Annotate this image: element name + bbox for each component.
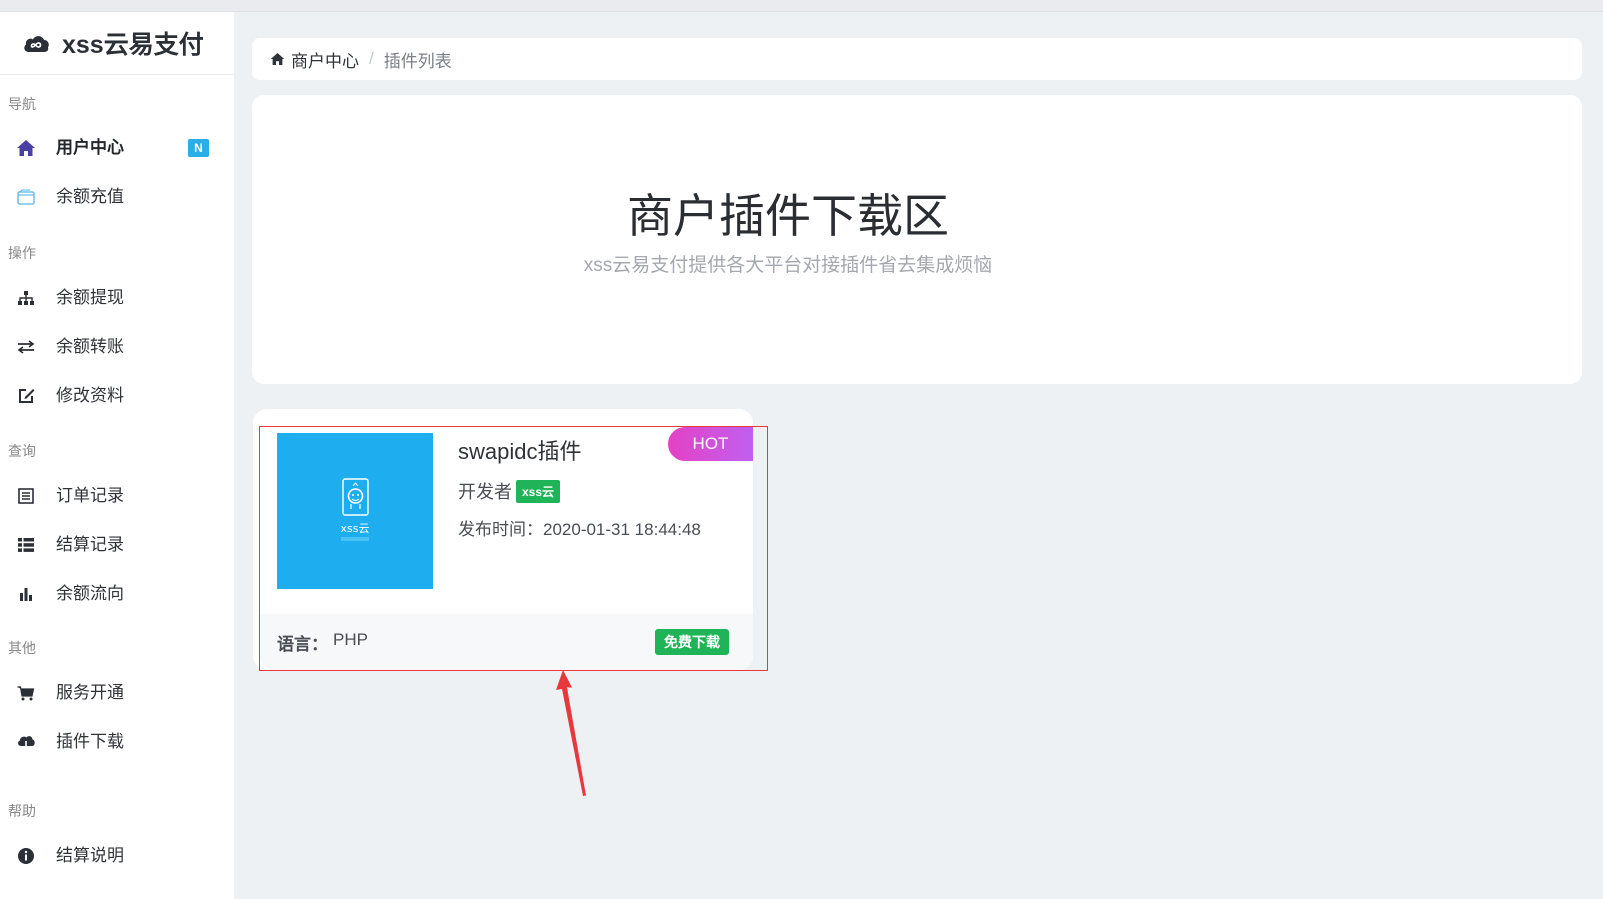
sidebar-item-withdraw[interactable]: 余额提现 [0,283,234,313]
page-subtitle: xss云易支付提供各大平台对接插件省去集成烦恼 [583,255,993,276]
new-badge: N [188,139,209,157]
breadcrumb: 商户中心 / 插件列表 [252,38,1582,80]
breadcrumb-separator: / [369,49,374,68]
sidebar-item-settlement-info[interactable]: 结算说明 [0,841,234,871]
brand[interactable]: xss云易支付 [0,12,234,75]
sidebar-item-transfer[interactable]: 余额转账 [0,332,234,362]
sidebar-item-label: 服务开通 [56,683,124,702]
list-alt-icon [18,488,34,504]
sidebar-item-plugin-download[interactable]: 插件下载 [0,727,234,757]
sidebar-item-label: 余额流向 [56,584,124,603]
exchange-icon [17,340,35,354]
sidebar-item-label: 余额提现 [56,288,124,307]
sidebar-item-label: 插件下载 [56,732,124,751]
sidebar-item-services[interactable]: 服务开通 [0,678,234,708]
nav-section-navigation: 导航 [8,96,36,112]
cloud-logo-icon [24,36,49,52]
sidebar-item-user-center[interactable]: 用户中心 N [0,133,234,163]
cloud-download-icon [18,736,35,751]
brand-name: xss云易支付 [62,31,204,59]
breadcrumb-home-label: 商户中心 [291,51,359,71]
sidebar-item-label: 用户中心 [56,138,124,157]
list-icon [18,538,34,552]
edit-icon [19,389,35,403]
annotation-highlight-box [259,426,768,671]
page-title: 商户插件下载区 [627,190,949,242]
annotation-arrow-icon [556,670,586,796]
sidebar-item-balance-flow[interactable]: 余额流向 [0,579,234,609]
sidebar-item-label: 修改资料 [56,386,124,405]
nav-section-query: 查询 [8,443,36,459]
bar-chart-icon [20,588,32,601]
info-icon [18,848,34,864]
sidebar-item-orders[interactable]: 订单记录 [0,481,234,511]
home-icon [17,140,35,156]
breadcrumb-home[interactable]: 商户中心 [270,47,359,72]
breadcrumb-current: 插件列表 [383,51,452,71]
browser-top-strip [0,0,1603,12]
sidebar-item-settlements[interactable]: 结算记录 [0,530,234,560]
sidebar-item-label: 余额转账 [56,337,124,356]
sidebar-item-edit-profile[interactable]: 修改资料 [0,381,234,411]
nav-section-other: 其他 [8,640,36,656]
hero-card: 商户插件下载区 xss云易支付提供各大平台对接插件省去集成烦恼 [252,95,1582,384]
sitemap-icon [18,291,34,305]
cart-icon [17,686,35,701]
sidebar-item-label: 结算说明 [56,846,124,865]
nav-section-help: 帮助 [8,803,36,819]
home-icon [270,53,285,65]
sidebar-item-label: 结算记录 [56,535,124,554]
sidebar-item-label: 订单记录 [56,486,124,505]
